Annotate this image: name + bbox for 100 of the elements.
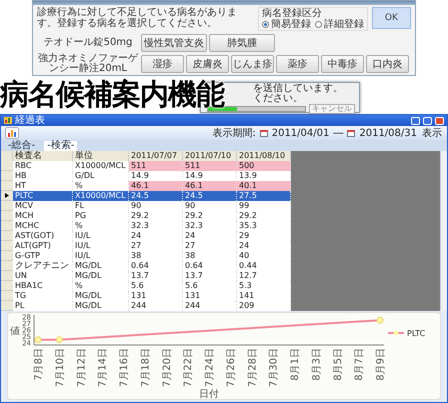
table-cell: 131 (129, 291, 183, 301)
table-cell: 27 (183, 241, 237, 251)
table-cell: G/DL (73, 171, 129, 181)
table-cell: FL (73, 201, 129, 211)
progress-message: を送信しています。 (253, 84, 344, 94)
scrollbar[interactable] (440, 151, 447, 311)
row-header-corner (1, 151, 13, 161)
table-cell: 29.2 (183, 211, 237, 221)
disease-button[interactable]: 慢性気管支炎 (141, 34, 207, 52)
table-cell: 5.6 (183, 281, 237, 291)
end-date[interactable]: 2011/08/31 (359, 128, 417, 138)
tab[interactable]: -総合- (5, 141, 38, 151)
data-point (376, 316, 384, 324)
table-cell: AST(GOT) (13, 231, 73, 241)
disease-button[interactable]: 口内炎 (366, 55, 409, 73)
table-cell: % (73, 281, 129, 291)
range-separator: ― (333, 128, 344, 138)
x-tick-label: 7月28日 (247, 348, 258, 388)
x-tick-label: 7月24日 (204, 348, 216, 388)
row-header[interactable] (1, 191, 13, 201)
x-tick-label: 7月10日 (54, 348, 66, 388)
x-tick-label: 8月3日 (311, 348, 322, 381)
table-cell: 35.3 (237, 221, 291, 231)
table-cell: HBA1C (13, 281, 73, 291)
table-cell: 209 (237, 301, 291, 311)
column-header: 2011/08/10 (237, 151, 291, 161)
table-cell: MCV (13, 201, 73, 211)
radio-option[interactable]: 詳細登録 (314, 19, 364, 30)
table-cell: 0.44 (237, 261, 291, 271)
table-cell: 13.9 (237, 171, 291, 181)
tab[interactable]: -検索- (44, 141, 78, 151)
radio-icon[interactable] (314, 21, 322, 28)
table-cell: 27.5 (237, 191, 291, 201)
x-tick-label: 8月5日 (332, 348, 344, 381)
disease-button[interactable]: じんま疹 (231, 55, 274, 73)
table-cell: 32.3 (183, 221, 237, 231)
table-cell: 13.7 (183, 271, 237, 281)
table-cell: PG (73, 211, 129, 221)
table-cell: MG/DL (73, 301, 129, 311)
table-cell: 24 (129, 231, 183, 241)
x-tick-label: 7月8日 (34, 348, 44, 381)
table-cell: 46.1 (129, 181, 183, 191)
table-cell: 131 (183, 291, 237, 301)
table-cell: % (73, 181, 129, 191)
disease-button[interactable]: 肺気腫 (209, 34, 275, 52)
table-cell: 244 (129, 301, 183, 311)
table-cell: IU/L (73, 241, 129, 251)
legend-marker (388, 330, 404, 336)
table-cell: PLTC (13, 191, 73, 201)
table-cell: 141 (237, 291, 291, 301)
ok-button[interactable]: OK (372, 7, 411, 29)
table-cell: G-GTP (13, 251, 73, 261)
calendar-icon[interactable] (347, 130, 356, 136)
maximize-button[interactable] (423, 116, 432, 124)
disease-button[interactable]: 皮膚炎 (186, 55, 229, 73)
x-tick-label: 7月20日 (162, 348, 173, 388)
bar-chart-icon[interactable] (5, 127, 19, 139)
x-tick-label: 7月16日 (119, 348, 130, 388)
table-cell: 38 (129, 251, 183, 261)
table-cell: 13.7 (129, 271, 183, 281)
table-cell: 0.64 (183, 261, 237, 271)
close-button[interactable] (435, 116, 444, 124)
x-tick-label: 8月1日 (290, 348, 301, 381)
table-cell: HT (13, 181, 73, 191)
table-cell: 511 (129, 161, 183, 171)
calendar-icon[interactable] (260, 130, 268, 136)
x-tick-label: 8月9日 (376, 348, 386, 381)
table-cell: X10000/MCL (73, 191, 129, 201)
show-button[interactable]: 表示 (421, 128, 443, 138)
minimize-button[interactable] (411, 116, 420, 124)
x-tick-label: 7月26日 (226, 348, 237, 388)
table-cell: MCH (13, 211, 73, 221)
disease-button[interactable]: 中毒疹 (321, 55, 364, 73)
x-tick-label: 7月12日 (76, 348, 88, 388)
start-date[interactable]: 2011/04/01 (272, 128, 330, 138)
table-cell: 90 (129, 201, 183, 211)
period-label: 表示期間: (212, 128, 256, 138)
column-header: 検査名 (13, 151, 73, 161)
data-point (34, 336, 42, 344)
radio-group-label: 病名登録区分 (262, 8, 323, 19)
table-cell: 511 (183, 161, 237, 171)
disease-button[interactable]: 薬疹 (276, 55, 319, 73)
dialog-message: 診療行為に対して不足している病名があります。登録する病名を選択してください。 (37, 7, 238, 29)
x-axis-label: 日付 (199, 389, 219, 399)
disease-button[interactable]: 湿疹 (141, 55, 184, 73)
table-cell: 14.9 (129, 171, 183, 181)
drug-label: テオドール錠50mg (42, 38, 134, 48)
table-cell: 29 (237, 231, 291, 241)
table-cell: MG/DL (73, 291, 129, 301)
table-cell: 24 (237, 241, 291, 251)
table-cell: 0.64 (129, 261, 183, 271)
app-icon (4, 117, 12, 124)
table-cell: 12.7 (237, 271, 291, 281)
y-axis-label: 値 (10, 326, 20, 337)
table-cell: PL (13, 301, 73, 311)
radio-option[interactable]: 簡易登録 (262, 19, 311, 30)
table-cell: UN (13, 271, 73, 281)
radio-icon[interactable] (262, 21, 269, 28)
table-cell: 500 (237, 161, 291, 171)
progress-message: ください。 (253, 94, 304, 104)
